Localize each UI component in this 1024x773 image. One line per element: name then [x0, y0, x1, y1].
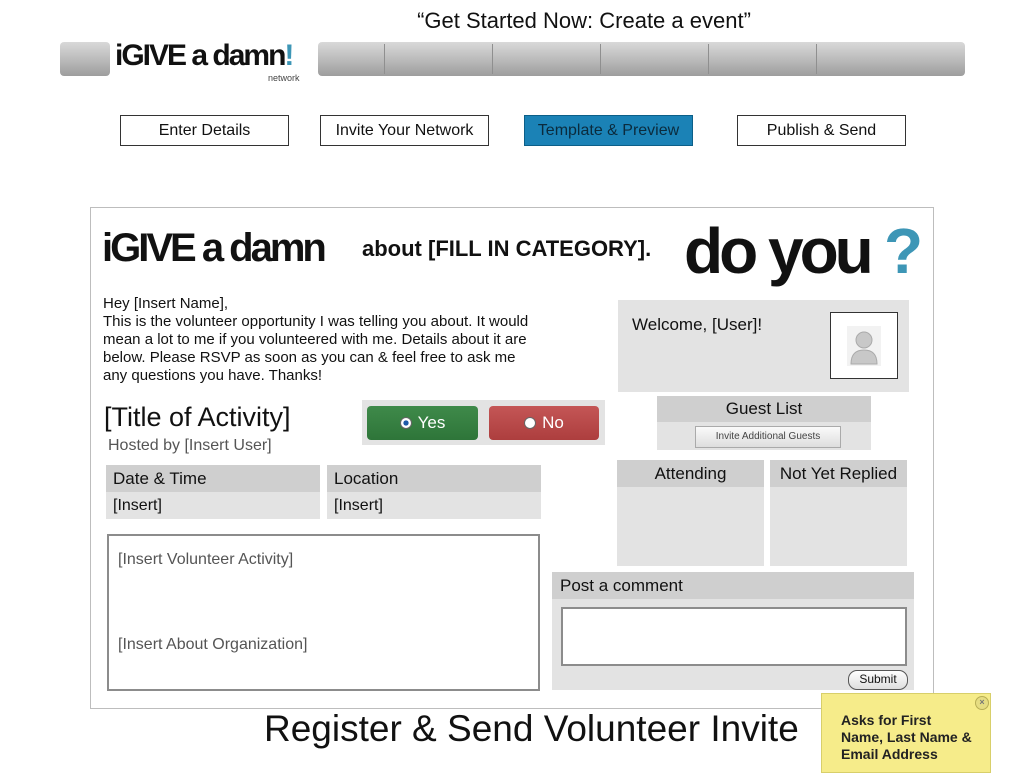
nav-divider — [600, 44, 601, 74]
location-label: Location — [327, 465, 541, 492]
user-silhouette-icon — [847, 325, 881, 366]
sticky-note-line: Email Address — [841, 746, 938, 762]
organization-text: [Insert About Organization] — [118, 636, 308, 653]
step-publish-send[interactable]: Publish & Send — [737, 115, 906, 146]
close-icon[interactable]: × — [975, 696, 989, 710]
nav-divider — [492, 44, 493, 74]
date-time-value: [Insert] — [106, 492, 320, 519]
date-time-section: Date & Time [Insert] — [106, 465, 320, 519]
preview-brand-heading: iGIVE a damn — [102, 226, 327, 270]
preview-do-you-heading: do you — [684, 215, 874, 287]
comment-title: Post a comment — [552, 572, 914, 599]
message-line: Hey [Insert Name], — [103, 295, 229, 312]
nav-bar-segment — [60, 42, 110, 76]
rsvp-no-button[interactable]: No — [489, 406, 599, 440]
sticky-note: × Asks for First Name, Last Name & Email… — [821, 693, 991, 773]
guest-list-title: Guest List — [657, 396, 871, 422]
attending-header: Attending — [617, 460, 764, 487]
rsvp-no-label: No — [542, 413, 564, 432]
nav-divider — [816, 44, 817, 74]
not-yet-replied-header: Not Yet Replied — [770, 460, 907, 487]
volunteer-activity-text: [Insert Volunteer Activity] — [118, 551, 294, 568]
message-line: mean a lot to me if you volunteered with… — [103, 331, 527, 348]
guest-list-panel: Guest List Invite Additional Guests — [657, 396, 871, 450]
radio-checked-icon — [399, 417, 412, 429]
comment-panel: Post a comment Submit — [552, 572, 914, 690]
date-time-label: Date & Time — [106, 465, 320, 492]
step-invite-network[interactable]: Invite Your Network — [320, 115, 489, 146]
invite-message: Hey [Insert Name], This is the volunteer… — [103, 295, 573, 385]
logo-exclamation: ! — [284, 39, 294, 72]
radio-unchecked-icon — [524, 417, 537, 429]
location-section: Location [Insert] — [327, 465, 541, 519]
welcome-text: Welcome, [User]! — [632, 315, 763, 334]
rsvp-panel: Yes No — [362, 400, 605, 445]
logo[interactable]: iGIVE a damn! — [115, 39, 294, 73]
sticky-note-line: Name, Last Name & — [841, 729, 972, 745]
rsvp-yes-label: Yes — [417, 413, 446, 432]
sticky-note-line: Asks for First — [841, 712, 932, 728]
invite-additional-guests-button[interactable]: Invite Additional Guests — [695, 426, 841, 448]
not-yet-replied-column: Not Yet Replied — [770, 460, 907, 566]
message-line: any questions you have. Thanks! — [103, 367, 323, 384]
activity-title: [Title of Activity] — [104, 402, 291, 432]
preview-question-mark: ? — [884, 215, 924, 287]
step-template-preview[interactable]: Template & Preview — [524, 115, 693, 146]
submit-button[interactable]: Submit — [848, 670, 908, 690]
nav-bar-segment — [318, 42, 965, 76]
message-line: below. Please RSVP as soon as you can & … — [103, 349, 516, 366]
nav-divider — [384, 44, 385, 74]
nav-divider — [708, 44, 709, 74]
attending-column: Attending — [617, 460, 764, 566]
logo-subtitle: network — [268, 73, 300, 83]
rsvp-yes-button[interactable]: Yes — [367, 406, 478, 440]
logo-text: iGIVE a damn — [115, 39, 286, 72]
step-enter-details[interactable]: Enter Details — [120, 115, 289, 146]
page-title: “Get Started Now: Create a event” — [417, 8, 751, 33]
message-line: This is the volunteer opportunity I was … — [103, 313, 529, 330]
avatar[interactable] — [830, 312, 898, 379]
preview-category-heading: about [FILL IN CATEGORY]. — [362, 236, 652, 261]
hosted-by: Hosted by [Insert User] — [108, 437, 272, 454]
footer-caption: Register & Send Volunteer Invite — [264, 708, 799, 749]
location-value: [Insert] — [327, 492, 541, 519]
comment-input[interactable] — [561, 607, 907, 666]
